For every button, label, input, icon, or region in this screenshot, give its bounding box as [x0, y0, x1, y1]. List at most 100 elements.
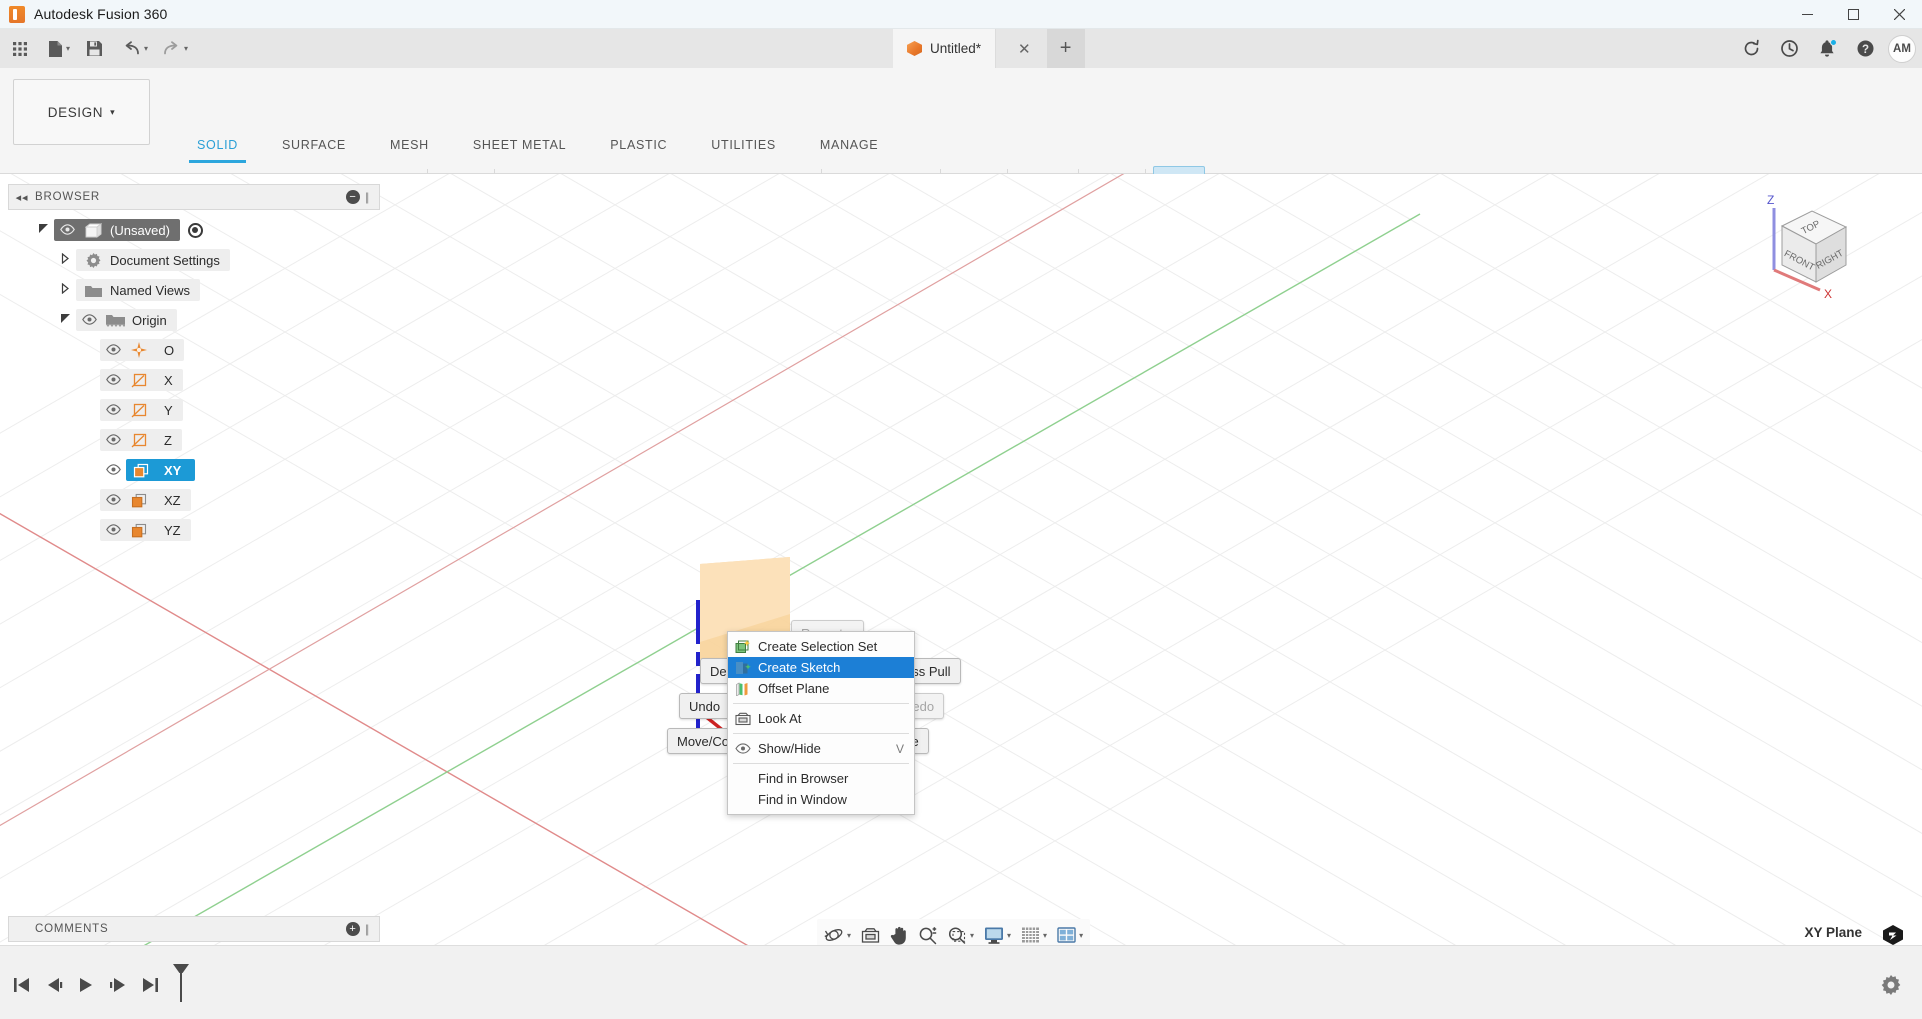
- jump-to-beginning-button[interactable]: [8, 972, 36, 998]
- tree-node-document-settings[interactable]: Document Settings: [8, 245, 380, 275]
- minimize-button[interactable]: [1784, 0, 1830, 29]
- view-cube[interactable]: Z X TOP FRONT RIGHT: [1754, 186, 1874, 306]
- title-bar: Autodesk Fusion 360: [0, 0, 1922, 29]
- comments-title: COMMENTS: [35, 923, 109, 935]
- new-tab-button[interactable]: +: [1046, 29, 1085, 68]
- tree-node-axis-z[interactable]: Z: [8, 425, 380, 455]
- context-menu-item-label: Find in Window: [758, 792, 847, 807]
- context-menu-item-label: Find in Browser: [758, 771, 849, 786]
- play-button[interactable]: [72, 972, 100, 998]
- orbit-caret-icon[interactable]: ▾: [847, 931, 851, 940]
- expand-arrow-icon[interactable]: [32, 223, 54, 237]
- zoom-window-caret-icon[interactable]: ▾: [970, 931, 974, 940]
- tree-node-label: YZ: [164, 522, 181, 538]
- new-document-icon[interactable]: ▾: [44, 34, 74, 64]
- redo-icon[interactable]: ▾: [158, 34, 192, 64]
- job-status-icon[interactable]: [1734, 32, 1768, 66]
- display-settings-caret-icon[interactable]: ▾: [1007, 931, 1011, 940]
- save-icon[interactable]: [80, 34, 108, 64]
- browser-collapse-icon[interactable]: ◂◂: [9, 191, 35, 204]
- context-menu-item-label: Create Selection Set: [758, 639, 878, 654]
- context-menu-item-create-sketch[interactable]: Create Sketch: [728, 657, 914, 678]
- context-menu-item-offset-plane[interactable]: Offset Plane: [728, 678, 914, 699]
- recent-activity-clock-icon[interactable]: [1772, 32, 1806, 66]
- browser-minimize-icon[interactable]: −: [346, 190, 360, 204]
- tree-node-label: XY: [164, 462, 182, 478]
- workspace-selector-caret: ▾: [110, 106, 116, 117]
- visibility-eye-icon[interactable]: [54, 223, 80, 238]
- tab-plastic[interactable]: PLASTIC: [588, 138, 689, 160]
- timeline-settings-gear-icon[interactable]: [1878, 972, 1904, 998]
- help-question-icon[interactable]: ?: [1848, 32, 1882, 66]
- fusion-help-badge-icon[interactable]: [1882, 924, 1904, 945]
- add-comment-icon[interactable]: +: [346, 922, 360, 936]
- document-tab-strip: Untitled* ✕ +: [893, 29, 1085, 68]
- visibility-eye-icon[interactable]: [76, 313, 102, 328]
- context-menu-item-shortcut: V: [895, 741, 904, 756]
- context-menu-item-create-selection-set[interactable]: Create Selection Set: [728, 636, 914, 657]
- browser-tree: (Unsaved) Document Settings Named Views …: [8, 215, 380, 545]
- user-avatar[interactable]: AM: [1888, 34, 1916, 63]
- undo-icon[interactable]: ▾: [118, 34, 152, 64]
- context-menu-separator: [733, 763, 909, 764]
- tab-sheet-metal[interactable]: SHEET METAL: [451, 138, 588, 160]
- plane-icon: [126, 523, 152, 538]
- app-grid-icon[interactable]: [6, 34, 34, 64]
- browser-resize-grip[interactable]: ||: [365, 190, 375, 204]
- tab-solid[interactable]: SOLID: [175, 138, 260, 163]
- visibility-eye-icon[interactable]: [100, 523, 126, 538]
- context-menu-separator: [733, 733, 909, 734]
- tree-node-plane-xz[interactable]: XZ: [8, 485, 380, 515]
- visibility-eye-icon[interactable]: [100, 493, 126, 508]
- tree-node-origin-point-o[interactable]: O: [8, 335, 380, 365]
- tab-close-icon[interactable]: ✕: [1002, 40, 1047, 58]
- close-button[interactable]: [1876, 0, 1922, 29]
- tree-node-named-views[interactable]: Named Views: [8, 275, 380, 305]
- tree-node-label: Y: [164, 402, 173, 418]
- expand-arrow-icon[interactable]: [54, 252, 76, 267]
- tree-node-label: Origin: [132, 312, 167, 328]
- tree-node-axis-x[interactable]: X: [8, 365, 380, 395]
- axis-icon: [126, 373, 152, 388]
- visibility-eye-icon[interactable]: [100, 403, 126, 418]
- redo-caret[interactable]: ▾: [184, 44, 188, 53]
- visibility-eye-icon[interactable]: [100, 343, 126, 358]
- context-menu-item-look-at[interactable]: Look At: [728, 708, 914, 729]
- tab-mesh[interactable]: MESH: [368, 138, 451, 160]
- context-menu-item-show-hide[interactable]: Show/Hide V: [728, 738, 914, 759]
- tree-node-origin[interactable]: Origin: [8, 305, 380, 335]
- workspace-selector[interactable]: DESIGN ▾: [13, 79, 150, 145]
- tab-manage[interactable]: MANAGE: [798, 138, 900, 160]
- expand-arrow-icon[interactable]: [54, 282, 76, 297]
- viewports-caret-icon[interactable]: ▾: [1079, 931, 1083, 940]
- expand-arrow-icon[interactable]: [54, 313, 76, 327]
- window-controls: [1784, 0, 1922, 29]
- document-tab[interactable]: Untitled*: [893, 29, 997, 68]
- tab-surface[interactable]: SURFACE: [260, 138, 368, 160]
- tree-node-plane-xy[interactable]: XY: [8, 455, 380, 485]
- comments-resize-grip[interactable]: ||: [365, 922, 375, 936]
- jump-to-end-button[interactable]: [136, 972, 164, 998]
- undo-caret[interactable]: ▾: [144, 44, 148, 53]
- notifications-bell-icon[interactable]: [1810, 32, 1844, 66]
- visibility-eye-icon[interactable]: [100, 373, 126, 388]
- tab-utilities[interactable]: UTILITIES: [689, 138, 798, 160]
- look-at-icon: [733, 710, 752, 727]
- tree-node-unsaved[interactable]: (Unsaved): [8, 215, 380, 245]
- timeline-marker[interactable]: [170, 962, 192, 1007]
- origin-point-icon: [126, 342, 152, 358]
- step-forward-button[interactable]: [104, 972, 132, 998]
- tree-node-label: (Unsaved): [110, 222, 170, 238]
- visibility-eye-icon[interactable]: [100, 433, 126, 448]
- context-menu-item-find-in-browser[interactable]: Find in Browser: [728, 768, 914, 789]
- ribbon: DESIGN ▾ SOLID SURFACE MESH SHEET METAL …: [0, 68, 1922, 235]
- grid-snaps-caret-icon[interactable]: ▾: [1043, 931, 1047, 940]
- activate-component-radio[interactable]: [187, 222, 203, 238]
- tree-node-plane-yz[interactable]: YZ: [8, 515, 380, 545]
- maximize-button[interactable]: [1830, 0, 1876, 29]
- context-menu-item-find-in-window[interactable]: Find in Window: [728, 789, 914, 810]
- tree-node-axis-y[interactable]: Y: [8, 395, 380, 425]
- step-back-button[interactable]: [40, 972, 68, 998]
- new-document-caret[interactable]: ▾: [66, 44, 70, 53]
- visibility-eye-icon[interactable]: [100, 463, 126, 478]
